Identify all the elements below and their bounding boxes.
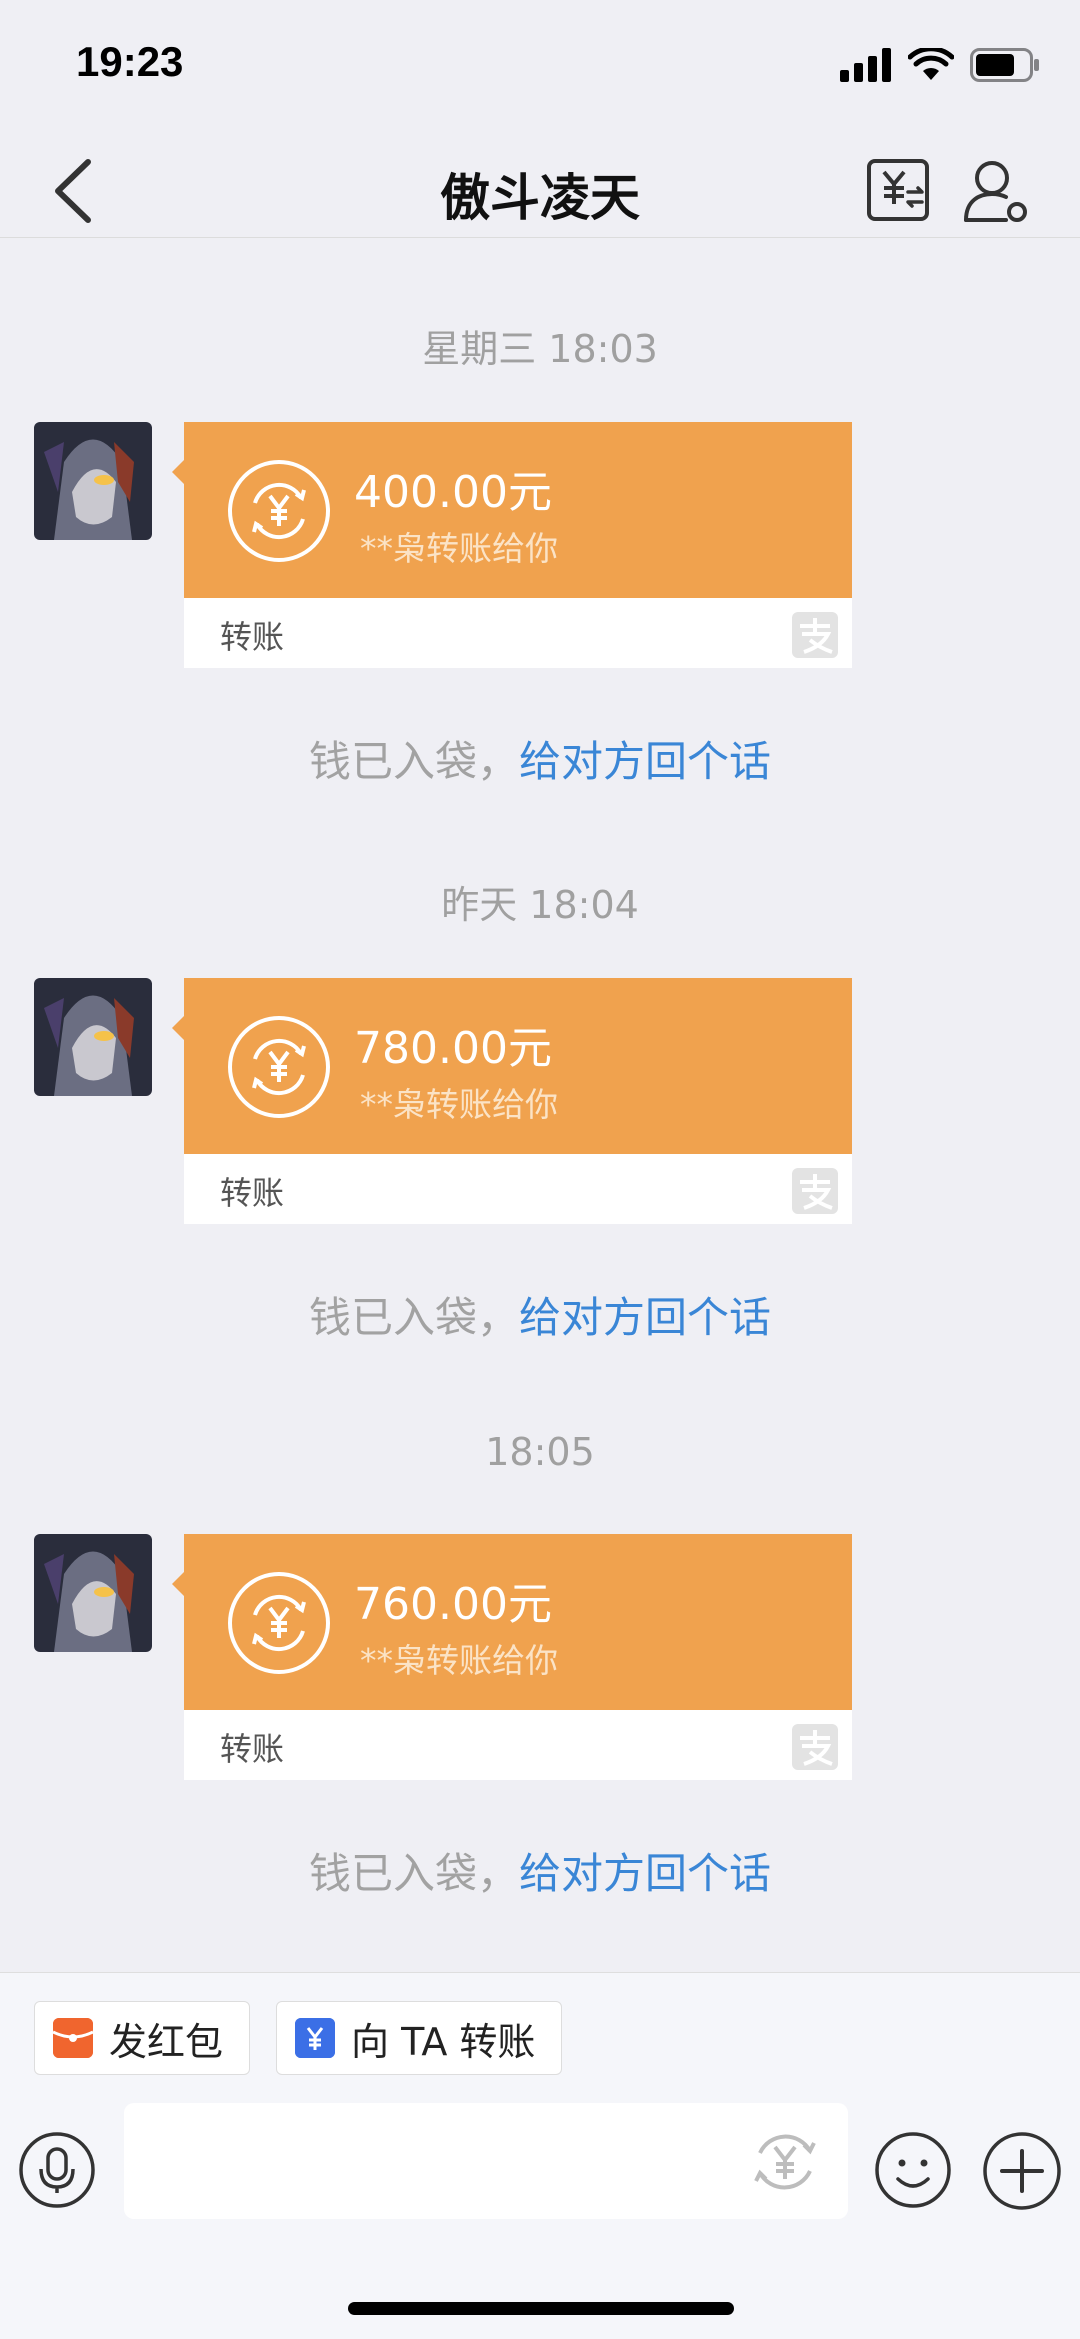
transfer-label: 向 TA 转账 [351,2019,536,2064]
profile-icon[interactable] [962,156,1032,226]
received-notice: 钱已入袋，给对方回个话 [0,1840,1080,1901]
transfer-coin-icon [228,1016,330,1118]
transfer-record-icon[interactable] [866,158,930,222]
notice-text: 钱已入袋， [308,1293,519,1342]
reply-link[interactable]: 给对方回个话 [519,737,771,786]
red-packet-label: 发红包 [109,2019,224,2064]
timestamp: 昨天 18:04 [441,883,639,927]
received-notice: 钱已入袋，给对方回个话 [0,1284,1080,1345]
reply-link[interactable]: 给对方回个话 [519,1293,771,1342]
message-input[interactable] [144,2123,704,2199]
cellular-signal-icon [840,48,891,82]
home-indicator[interactable] [348,2302,734,2315]
transfer-card[interactable]: 780.00元 **枭转账给你 转账 [172,978,852,1224]
status-bar: 19:23 [0,0,1080,120]
notice-text: 钱已入袋， [308,1849,519,1898]
status-time: 19:23 [76,38,184,85]
voice-input-icon[interactable] [18,2131,96,2209]
transfer-label: 转账 [220,1730,285,1768]
transfer-amount: 760.00元 [354,1579,552,1630]
transfer-card-footer: 转账 [184,1154,852,1224]
transfer-coin-icon [228,460,330,562]
emoji-icon[interactable] [874,2131,952,2209]
bubble-tail [172,1014,186,1042]
bubble-tail [172,1570,186,1598]
message-input-container [124,2103,848,2219]
transfer-icon [295,2018,335,2058]
notice-text: 钱已入袋， [308,737,519,786]
timestamp: 18:05 [485,1430,595,1474]
bubble-tail [172,458,186,486]
reply-link[interactable]: 给对方回个话 [519,1849,771,1898]
transfer-subtitle: **枭转账给你 [360,529,558,568]
transfer-card[interactable]: 400.00元 **枭转账给你 转账 [172,422,852,668]
status-icons [840,48,1040,82]
alipay-logo-icon [792,612,838,658]
nav-bar: 傲斗凌天 [0,120,1080,238]
transfer-card-header: 400.00元 **枭转账给你 [172,422,852,598]
avatar[interactable] [34,422,152,540]
received-notice: 钱已入袋，给对方回个话 [0,728,1080,789]
transfer-label: 转账 [220,618,285,656]
red-packet-button[interactable]: 发红包 [34,2001,251,2075]
transfer-button[interactable]: 向 TA 转账 [276,2001,563,2075]
transfer-amount: 400.00元 [354,467,552,518]
transfer-card[interactable]: 760.00元 **枭转账给你 转账 [172,1534,852,1780]
alipay-logo-icon [792,1724,838,1770]
timestamp: 星期三 18:03 [422,327,658,371]
avatar[interactable] [34,1534,152,1652]
transfer-subtitle: **枭转账给你 [360,1641,558,1680]
bottom-panel: 发红包 向 TA 转账 [0,1972,1080,2339]
transfer-coin-icon [228,1572,330,1674]
transfer-card-header: 780.00元 **枭转账给你 [172,978,852,1154]
transfer-label: 转账 [220,1174,285,1212]
avatar[interactable] [34,978,152,1096]
wifi-icon [908,48,954,80]
transfer-shortcut-icon[interactable] [746,2123,824,2201]
alipay-logo-icon [792,1168,838,1214]
red-packet-icon [53,2018,93,2058]
transfer-card-footer: 转账 [184,598,852,668]
transfer-amount: 780.00元 [354,1023,552,1074]
more-options-icon[interactable] [982,2131,1062,2211]
battery-icon [970,48,1039,82]
transfer-card-header: 760.00元 **枭转账给你 [172,1534,852,1710]
transfer-card-footer: 转账 [184,1710,852,1780]
transfer-subtitle: **枭转账给你 [360,1085,558,1124]
